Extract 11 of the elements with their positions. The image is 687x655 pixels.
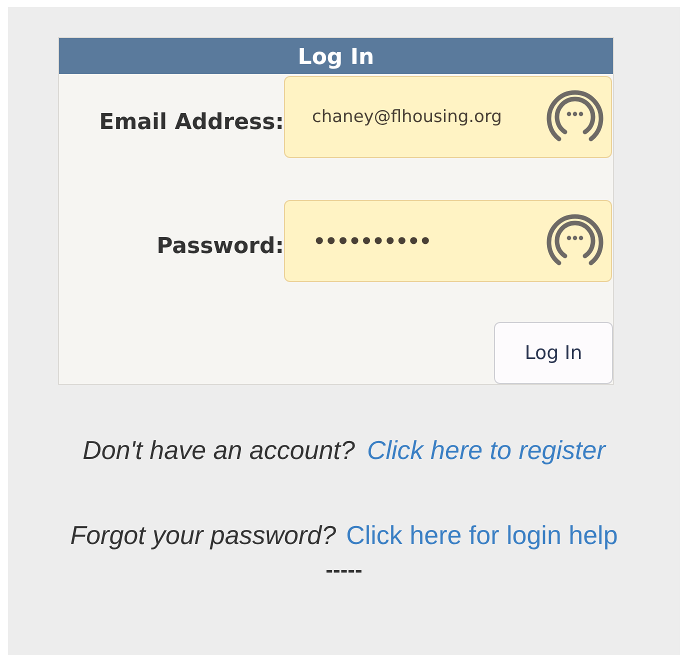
email-field[interactable]: chaney@flhousing.org [284,76,612,158]
field-label: Password: [156,232,284,258]
field-label: Email Address: [98,108,284,134]
prompt-text: Don't have an account? [82,435,355,466]
link[interactable]: Click here to register [366,435,606,466]
separator-text: ----- [326,557,362,583]
password-field[interactable]: •••••••••• [284,200,612,282]
link[interactable]: Click here for login help [346,520,618,551]
login-button[interactable]: Log In [494,322,613,384]
panel-title: Log In [59,38,613,74]
prompt-text: Forgot your password? [70,520,336,551]
